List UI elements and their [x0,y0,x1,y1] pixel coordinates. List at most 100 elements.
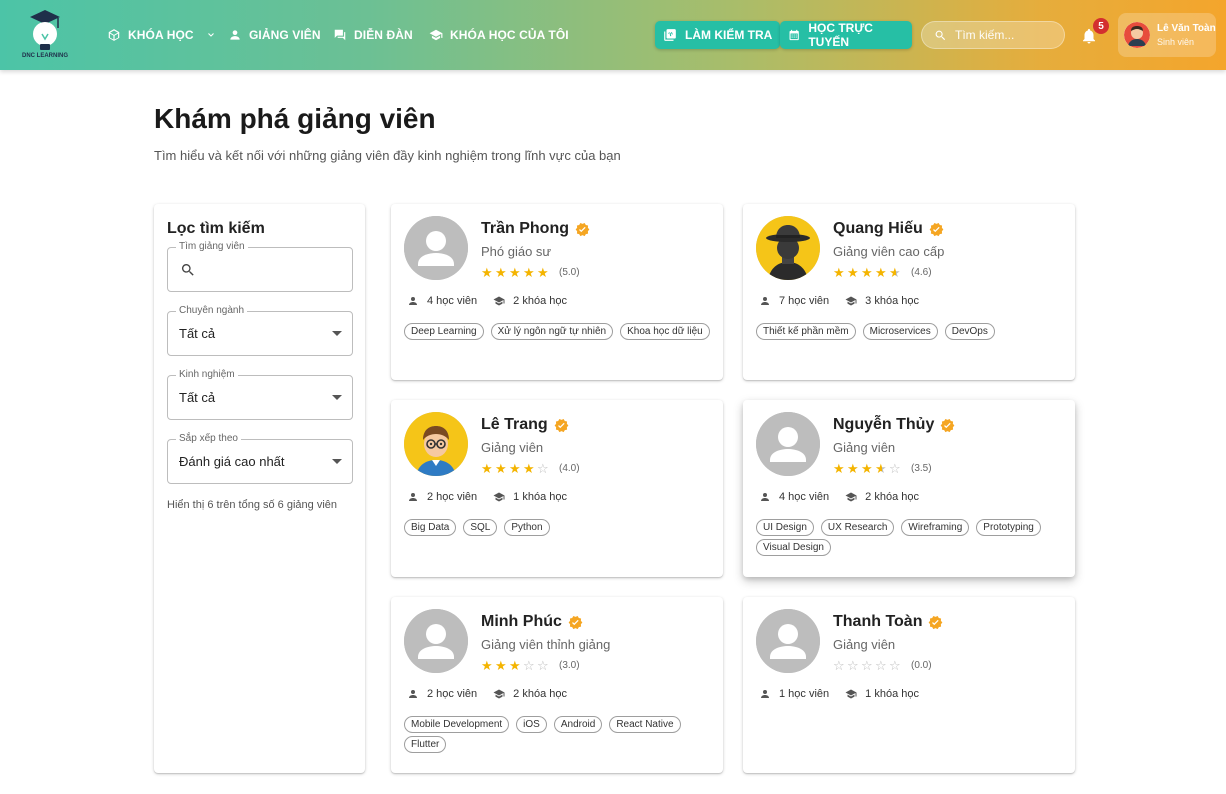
experience-select-value: Tất cả [179,390,216,405]
sort-select[interactable]: Sắp xếp theo Đánh giá cao nhất [167,433,353,484]
student-icon [761,690,769,698]
instructor-rating: ★ ★ ★ ★ ☆ (3.5) [833,462,932,475]
take-test-button[interactable]: LÀM KIỂM TRA [655,21,781,49]
specialty-tag[interactable]: Thiết kế phần mềm [756,323,856,340]
specialty-tag[interactable]: Prototyping [976,519,1041,536]
rating-value: (0.0) [911,660,932,671]
specialty-tag[interactable]: Python [504,519,550,536]
nav-courses[interactable]: KHÓA HỌC [107,26,217,44]
rating-star-icon: ★ [495,461,507,476]
instructor-rating: ☆ ☆ ☆ ☆ ☆ (0.0) [833,659,932,672]
rating-star-icon: ★ [509,265,521,280]
nav-instructors-label: GIẢNG VIÊN [249,28,321,42]
nav-forum[interactable]: DIỄN ĐÀN [333,26,413,44]
specialty-tag[interactable]: Flutter [404,736,447,753]
page-title: Khám phá giảng viên [154,103,436,134]
calendar-icon [789,29,799,41]
instructor-card[interactable]: Minh Phúc Giảng viên thỉnh giảng ★ ★ ★ ☆ ☆ (… [391,597,723,773]
header-search[interactable] [921,21,1065,49]
instructor-rating: ★ ★ ★ ★ ★ (4.6) [833,266,932,279]
instructor-avatar [756,412,820,476]
course-count: 2 khóa học [493,295,567,307]
specialty-tag[interactable]: DevOps [944,323,995,340]
course-count-text: 3 khóa học [865,295,919,307]
instructor-card[interactable]: Nguyễn Thủy Giảng viên ★ ★ ★ ★ ☆ (3.5) 4 học… [743,400,1075,577]
rating-star-icon: ★ [861,265,873,280]
rating-star-icon: ★ [523,461,535,476]
caret-down-icon [332,395,342,400]
instructor-name-row: Minh Phúc [481,613,583,631]
instructor-avatar [756,609,820,673]
forum-icon [334,29,346,41]
specialty-tag[interactable]: Mobile Development [404,716,510,733]
rating-star-icon: ★ [495,658,507,673]
instructor-card[interactable]: Trần Phong Phó giáo sư ★ ★ ★ ★ ★ (5.0) 4 học… [391,204,723,380]
take-test-label: LÀM KIỂM TRA [685,28,773,42]
instructor-search-field[interactable]: Tìm giảng viên [167,241,353,292]
student-count-text: 2 học viên [427,491,478,503]
instructor-card[interactable]: Quang Hiếu Giảng viên cao cấp ★ ★ ★ ★ ★ (4.6… [743,204,1075,380]
brand-logo[interactable]: DNC LEARNING [14,8,76,62]
student-count-text: 7 học viên [779,295,830,307]
specialty-tag[interactable]: UX Research [820,519,895,536]
rating-star-icon: ★ [523,265,535,280]
rating-value: (4.0) [559,463,580,474]
instructor-title: Giảng viên [481,440,544,455]
instructor-card[interactable]: Thanh Toàn Giảng viên ☆ ☆ ☆ ☆ ☆ (0.0) 1 học … [743,597,1075,773]
user-role: Sinh viên [1157,37,1195,47]
person-icon [230,30,240,40]
caret-down-icon [332,331,342,336]
instructor-search-label: Tìm giảng viên [176,241,248,252]
course-count: 3 khóa học [845,295,919,307]
course-icon [493,689,505,699]
student-count-text: 1 học viên [779,688,830,700]
chevron-down-icon [207,33,214,37]
nav-my-courses[interactable]: KHÓA HỌC CỦA TÔI [429,26,569,44]
user-name: Lê Văn Toàn [1157,23,1216,34]
major-select-value: Tất cả [179,326,216,341]
rating-star-icon: ☆ [537,658,549,673]
course-count-text: 2 khóa học [513,295,567,307]
course-count: 2 khóa học [845,491,919,503]
course-count-text: 1 khóa học [513,491,567,503]
nav-my-courses-label: KHÓA HỌC CỦA TÔI [450,28,569,42]
specialty-tag[interactable]: iOS [516,716,547,733]
header-search-input[interactable] [955,28,1055,42]
rating-star-icon: ★ [537,265,549,280]
rating-star-icon: ☆ [889,461,901,476]
specialty-tag[interactable]: Deep Learning [404,323,484,340]
specialty-tag[interactable]: Visual Design [756,539,831,556]
instructor-stats: 1 học viên 1 khóa học [759,688,919,700]
specialty-tag[interactable]: Wireframing [901,519,970,536]
major-select[interactable]: Chuyên ngành Tất cả [167,305,353,356]
instructor-name-row: Quang Hiếu [833,220,944,238]
experience-select[interactable]: Kinh nghiệm Tất cả [167,369,353,420]
specialty-tag[interactable]: Big Data [404,519,457,536]
instructor-stats: 2 học viên 2 khóa học [407,688,567,700]
online-learning-button[interactable]: HỌC TRỰC TUYẾN [780,21,912,49]
user-menu[interactable]: Lê Văn Toàn Sinh viên [1118,13,1216,57]
rating-star-icon: ☆ [833,658,845,673]
instructor-name-row: Nguyễn Thủy [833,416,955,434]
specialty-tag[interactable]: Khoa học dữ liệu [620,323,710,340]
specialty-tag[interactable]: Android [553,716,603,733]
specialty-tags: Mobile Development iOS Android React Native… [404,716,714,753]
rating-value: (5.0) [559,267,580,278]
student-icon [409,690,417,698]
specialty-tag[interactable]: Microservices [862,323,938,340]
specialty-tag[interactable]: React Native [609,716,681,733]
specialty-tag[interactable]: UI Design [756,519,814,536]
specialty-tag[interactable]: SQL [463,519,498,536]
rating-star-icon: ☆ [889,658,901,673]
graduation-bulb-icon [30,10,60,50]
instructor-card[interactable]: Lê Trang Giảng viên ★ ★ ★ ★ ☆ (4.0) 2 học vi… [391,400,723,577]
course-icon [493,492,505,502]
search-icon [181,264,194,276]
verified-icon [929,615,943,629]
rating-star-icon: ★ [833,461,845,476]
nav-instructors[interactable]: GIẢNG VIÊN [228,26,321,44]
rating-star-icon: ★ [509,658,521,673]
instructor-title: Giảng viên [833,440,896,455]
instructor-title: Giảng viên thỉnh giảng [481,637,611,652]
specialty-tag[interactable]: Xử lý ngôn ngữ tự nhiên [490,323,614,340]
